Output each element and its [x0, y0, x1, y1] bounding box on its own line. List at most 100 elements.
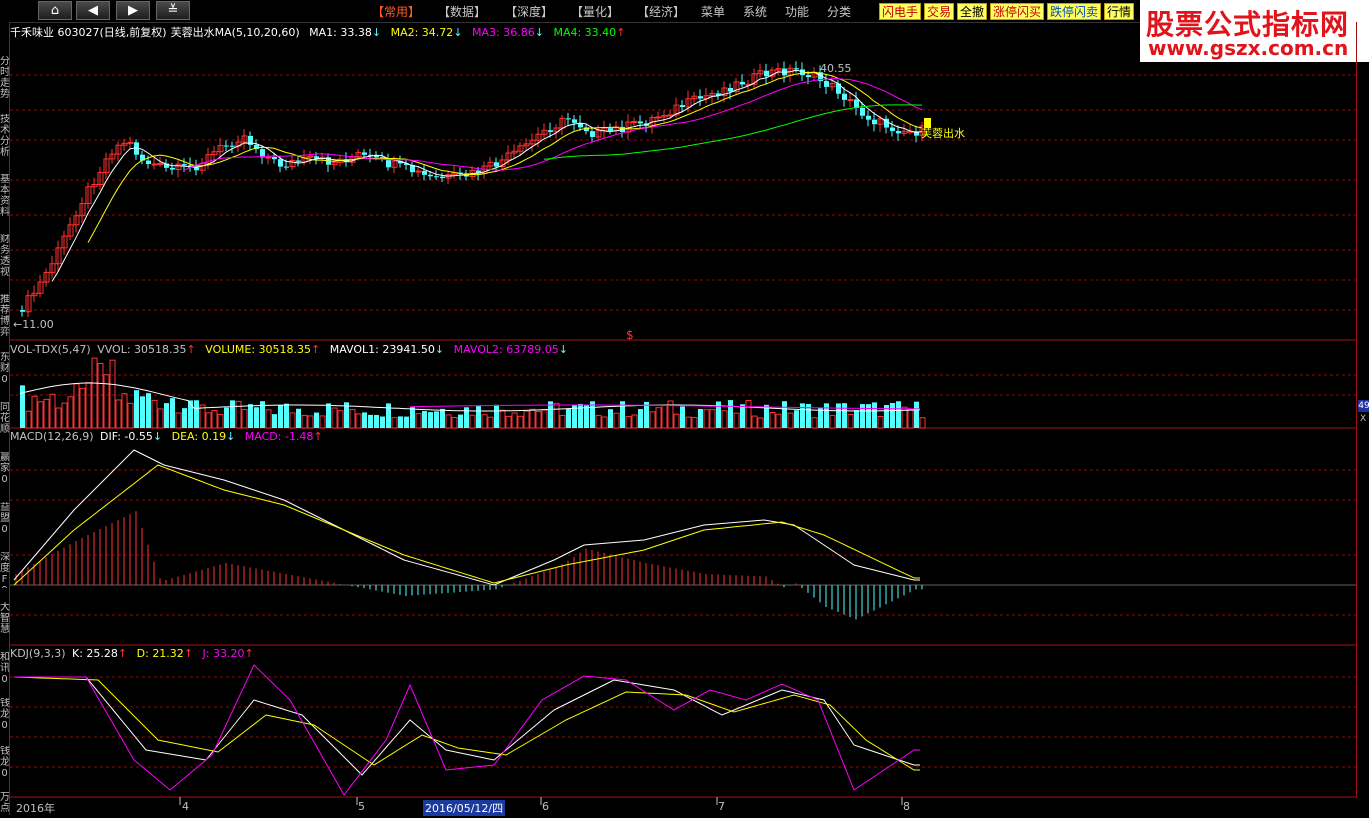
volume-bar [374, 414, 379, 428]
volume-bar [775, 413, 782, 429]
volume-bar [476, 405, 481, 428]
volume-bar [487, 416, 494, 429]
date-axis: 2016年 4 5 2016/05/12/四 6 7 8 [9, 798, 1357, 816]
volume-bar [541, 409, 548, 429]
volume-bar [140, 396, 145, 428]
volume-bar [91, 357, 98, 429]
volume-bar [398, 416, 403, 428]
ma4-value: MA4: 33.40↑ [553, 26, 626, 39]
volume-bar [380, 416, 385, 428]
volume-bar [782, 401, 787, 428]
candle-body [728, 87, 733, 92]
candle-body [272, 157, 277, 160]
candle-body [434, 176, 439, 178]
volume-bar [109, 359, 116, 429]
candle-body [284, 166, 289, 168]
signal-marker-icon: $ [626, 328, 634, 342]
volume-bar [661, 404, 668, 429]
volume-bar [25, 410, 32, 429]
volume-bar [517, 415, 524, 429]
volume-bar [224, 407, 229, 428]
axis-close-icon[interactable]: X [1360, 414, 1366, 424]
indicator-name: 芙蓉出水MA(5,10,20,60) [170, 26, 300, 39]
volume-bar [79, 387, 86, 429]
volume-bar [451, 416, 458, 429]
candle-body [494, 162, 499, 167]
k-value: K: 25.28↑ [72, 647, 128, 660]
volume-bar [854, 410, 859, 428]
candle-body [440, 176, 445, 179]
volume-axis-badge: 49 [1358, 400, 1369, 412]
stock-chart-canvas[interactable] [0, 0, 1369, 815]
volume-bar [146, 393, 151, 428]
volume-bar [211, 409, 218, 429]
candle-body [896, 131, 901, 134]
candle-body [170, 167, 175, 170]
volume-bar [326, 403, 331, 428]
volume-bar [314, 412, 319, 428]
date-label-year: 2016年 [16, 802, 55, 815]
volume-bar [428, 412, 433, 428]
candle-body [667, 114, 674, 117]
volume-bar [511, 412, 518, 429]
candle-body [146, 160, 151, 165]
volume-bar [703, 409, 710, 429]
volume-bar [872, 402, 877, 428]
kdj-indicator-name: KDJ(9,3,3) [10, 647, 66, 660]
vvol-value: VVOL: 30518.35↑ [97, 343, 196, 356]
volume-bar [337, 410, 344, 429]
volume-bar [655, 407, 662, 429]
date-label-apr: 4 [182, 800, 189, 813]
volume-bar [20, 385, 25, 428]
date-label-jun: 6 [542, 800, 549, 813]
volume-bar [649, 411, 656, 429]
candle-body [307, 155, 314, 158]
volume-bar [73, 383, 80, 429]
volume-indicator-name: VOL-TDX(5,47) [10, 343, 91, 356]
volume-bar [481, 414, 488, 429]
k-line [14, 676, 920, 776]
candle-body [230, 145, 235, 147]
volume-bar [625, 416, 632, 429]
candle-body [608, 128, 613, 131]
volume-bar [278, 405, 283, 428]
volume-bar [638, 409, 643, 428]
candle-body [20, 310, 25, 312]
macd-legend: MACD(12,26,9) DIF: -0.55↓ DEA: 0.19↓ MAC… [10, 430, 329, 443]
volume-bar [469, 414, 476, 429]
volume-bar [842, 403, 847, 428]
volume-bar [296, 408, 301, 428]
volume-bar [919, 417, 926, 429]
volume-bar [440, 408, 445, 428]
candle-body [794, 68, 799, 70]
volume-bar [194, 400, 199, 428]
volume-bar [272, 414, 277, 428]
mavol2-value: MAVOL2: 63789.05↓ [453, 343, 568, 356]
volume-bar [787, 412, 794, 429]
volume-bar [494, 404, 499, 428]
volume-bar [349, 408, 356, 429]
volume-bar [601, 416, 608, 429]
volume-bar [836, 403, 841, 428]
candle-body [422, 170, 427, 175]
volume-bar [745, 399, 752, 429]
volume-bar [529, 408, 536, 429]
volume-bar [254, 407, 259, 428]
candle-body [224, 145, 229, 147]
low-price-label: ←11.00 [13, 318, 54, 331]
candle-body [680, 105, 685, 108]
volume-bar [217, 413, 224, 429]
dea-value: DEA: 0.19↓ [171, 430, 236, 443]
candle-body [806, 75, 811, 78]
volume-bar [740, 404, 745, 428]
volume-bar [907, 408, 914, 429]
candle-body [890, 127, 895, 132]
volume-bar [866, 404, 871, 428]
volume-bar [769, 411, 776, 429]
candle-body [854, 99, 859, 108]
volume-bar [205, 412, 212, 429]
candle-body [428, 174, 433, 177]
candle-body [151, 163, 158, 166]
candle-body [265, 156, 272, 159]
candle-body [764, 70, 769, 77]
